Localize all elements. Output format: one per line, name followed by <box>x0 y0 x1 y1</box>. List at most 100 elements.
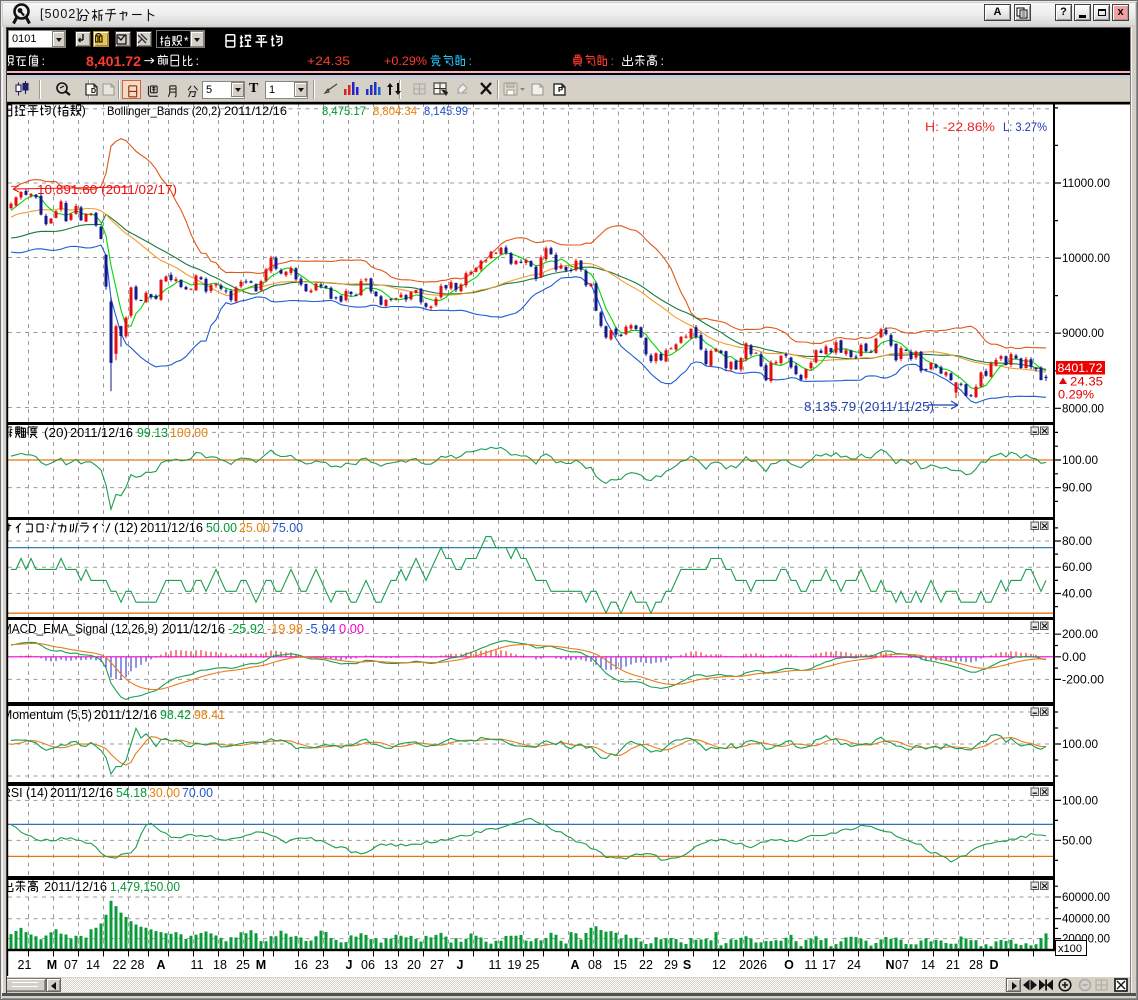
svg-text:21: 21 <box>946 958 960 972</box>
svg-text:22: 22 <box>639 958 653 972</box>
svg-text:): ) <box>82 104 86 118</box>
svg-text:2011/12/16: 2011/12/16 <box>162 622 225 636</box>
svg-text:Momentum (5,5): Momentum (5,5) <box>2 708 92 722</box>
svg-text:06: 06 <box>361 958 375 972</box>
svg-text:12: 12 <box>712 958 726 972</box>
svg-text:40.00: 40.00 <box>1062 589 1092 601</box>
svg-text:11: 11 <box>191 958 204 972</box>
svg-text:20: 20 <box>407 958 421 972</box>
svg-text:11: 11 <box>805 958 818 972</box>
svg-text:50.00: 50.00 <box>206 521 237 535</box>
svg-text:M: M <box>256 958 266 972</box>
svg-text:9000.00: 9000.00 <box>1062 328 1104 340</box>
svg-text:11000.00: 11000.00 <box>1062 178 1110 190</box>
svg-text:-25.92: -25.92 <box>228 622 264 636</box>
svg-text:J: J <box>346 958 353 972</box>
svg-text:8,145.99: 8,145.99 <box>424 104 468 118</box>
svg-text:2011/12/16: 2011/12/16 <box>224 104 287 118</box>
svg-text:16: 16 <box>294 958 308 972</box>
svg-text:(12): (12) <box>114 521 138 535</box>
svg-text:07: 07 <box>64 958 78 972</box>
svg-text:(: ( <box>52 104 57 118</box>
svg-text:29: 29 <box>664 958 678 972</box>
svg-text:A: A <box>156 958 165 972</box>
svg-text:90.00: 90.00 <box>1062 483 1092 495</box>
svg-text:28: 28 <box>969 958 983 972</box>
svg-text:0.00: 0.00 <box>1062 652 1086 664</box>
svg-text:8000.00: 8000.00 <box>1062 403 1104 415</box>
svg-text:50.00: 50.00 <box>1062 835 1092 847</box>
svg-text:28: 28 <box>131 958 145 972</box>
svg-text:70.00: 70.00 <box>182 786 213 800</box>
svg-text:15: 15 <box>613 958 627 972</box>
svg-text:8,135.79 (2011/11/25): 8,135.79 (2011/11/25) <box>804 399 934 414</box>
svg-text:14: 14 <box>86 958 100 972</box>
svg-text:14: 14 <box>921 958 935 972</box>
svg-text:100.00: 100.00 <box>1062 739 1098 751</box>
svg-text:8,804.34: 8,804.34 <box>373 104 417 118</box>
svg-text:60000.00: 60000.00 <box>1062 892 1110 904</box>
svg-text:1,479,150.00: 1,479,150.00 <box>110 880 180 894</box>
svg-text:8,475.17: 8,475.17 <box>322 104 366 118</box>
svg-text:25: 25 <box>526 958 540 972</box>
svg-text:x100: x100 <box>1058 943 1082 955</box>
svg-text:75.00: 75.00 <box>272 521 303 535</box>
svg-text:20000.00: 20000.00 <box>1062 934 1110 946</box>
svg-text:54.18: 54.18 <box>116 786 147 800</box>
svg-text:26: 26 <box>753 958 767 972</box>
svg-text:2011/12/16: 2011/12/16 <box>44 880 107 894</box>
svg-text:H: -22.86%: H: -22.86% <box>925 120 995 134</box>
svg-text:-200.00: -200.00 <box>1062 674 1104 686</box>
svg-text:24: 24 <box>847 958 861 972</box>
svg-text:RSI (14): RSI (14) <box>2 786 48 800</box>
svg-text:100.00: 100.00 <box>170 426 208 440</box>
svg-text:25.00: 25.00 <box>239 521 270 535</box>
svg-text:98.41: 98.41 <box>194 708 225 722</box>
svg-text:2011/12/16: 2011/12/16 <box>140 521 203 535</box>
svg-text:N: N <box>885 958 894 972</box>
svg-text:MACD_EMA_Signal (12,26,9): MACD_EMA_Signal (12,26,9) <box>2 622 158 636</box>
svg-text:J: J <box>457 958 464 972</box>
svg-text:D: D <box>91 88 96 95</box>
svg-text:27: 27 <box>430 958 444 972</box>
svg-text:23: 23 <box>315 958 329 972</box>
svg-text:-19.98: -19.98 <box>267 622 303 636</box>
svg-text:98.42: 98.42 <box>160 708 191 722</box>
svg-text:L: 3.27%: L: 3.27% <box>1003 120 1047 134</box>
svg-text:P: P <box>558 85 563 94</box>
svg-text:100.00: 100.00 <box>1062 455 1098 467</box>
svg-text:30.00: 30.00 <box>149 786 180 800</box>
svg-text:99.13: 99.13 <box>137 426 168 440</box>
svg-text:10000.00: 10000.00 <box>1062 253 1110 265</box>
svg-text:2011/12/16: 2011/12/16 <box>50 786 113 800</box>
svg-text:S: S <box>683 958 691 972</box>
svg-text:A: A <box>570 958 579 972</box>
svg-text:D: D <box>989 958 998 972</box>
svg-text:24.35: 24.35 <box>1070 377 1103 389</box>
svg-text:O: O <box>784 958 794 972</box>
svg-text:20: 20 <box>739 958 753 972</box>
svg-text:11: 11 <box>489 958 502 972</box>
svg-text:40000.00: 40000.00 <box>1062 914 1110 926</box>
svg-text:10,891.60 (2011/02/17): 10,891.60 (2011/02/17) <box>37 182 177 197</box>
svg-text:21: 21 <box>18 958 32 972</box>
svg-text:19: 19 <box>508 958 522 972</box>
svg-text:Bollinger_Bands (20,2): Bollinger_Bands (20,2) <box>107 104 221 118</box>
svg-text:25: 25 <box>236 958 250 972</box>
svg-text:100.00: 100.00 <box>1062 795 1098 807</box>
svg-text:0.29%: 0.29% <box>1058 390 1094 402</box>
svg-text:2011/12/16: 2011/12/16 <box>94 708 157 722</box>
svg-text:80.00: 80.00 <box>1062 536 1092 548</box>
svg-text:13: 13 <box>384 958 398 972</box>
svg-text:08: 08 <box>588 958 602 972</box>
svg-text:2011/12/16: 2011/12/16 <box>70 426 133 440</box>
svg-text:18: 18 <box>213 958 227 972</box>
svg-text:200.00: 200.00 <box>1062 629 1098 641</box>
svg-text:60.00: 60.00 <box>1062 562 1092 574</box>
svg-text:0.00: 0.00 <box>339 622 364 636</box>
svg-text:(20): (20) <box>44 426 68 440</box>
svg-text:8401.72: 8401.72 <box>1058 363 1103 375</box>
svg-text:-5.94: -5.94 <box>306 622 336 636</box>
svg-text:07: 07 <box>895 958 909 972</box>
svg-text:22: 22 <box>113 958 127 972</box>
